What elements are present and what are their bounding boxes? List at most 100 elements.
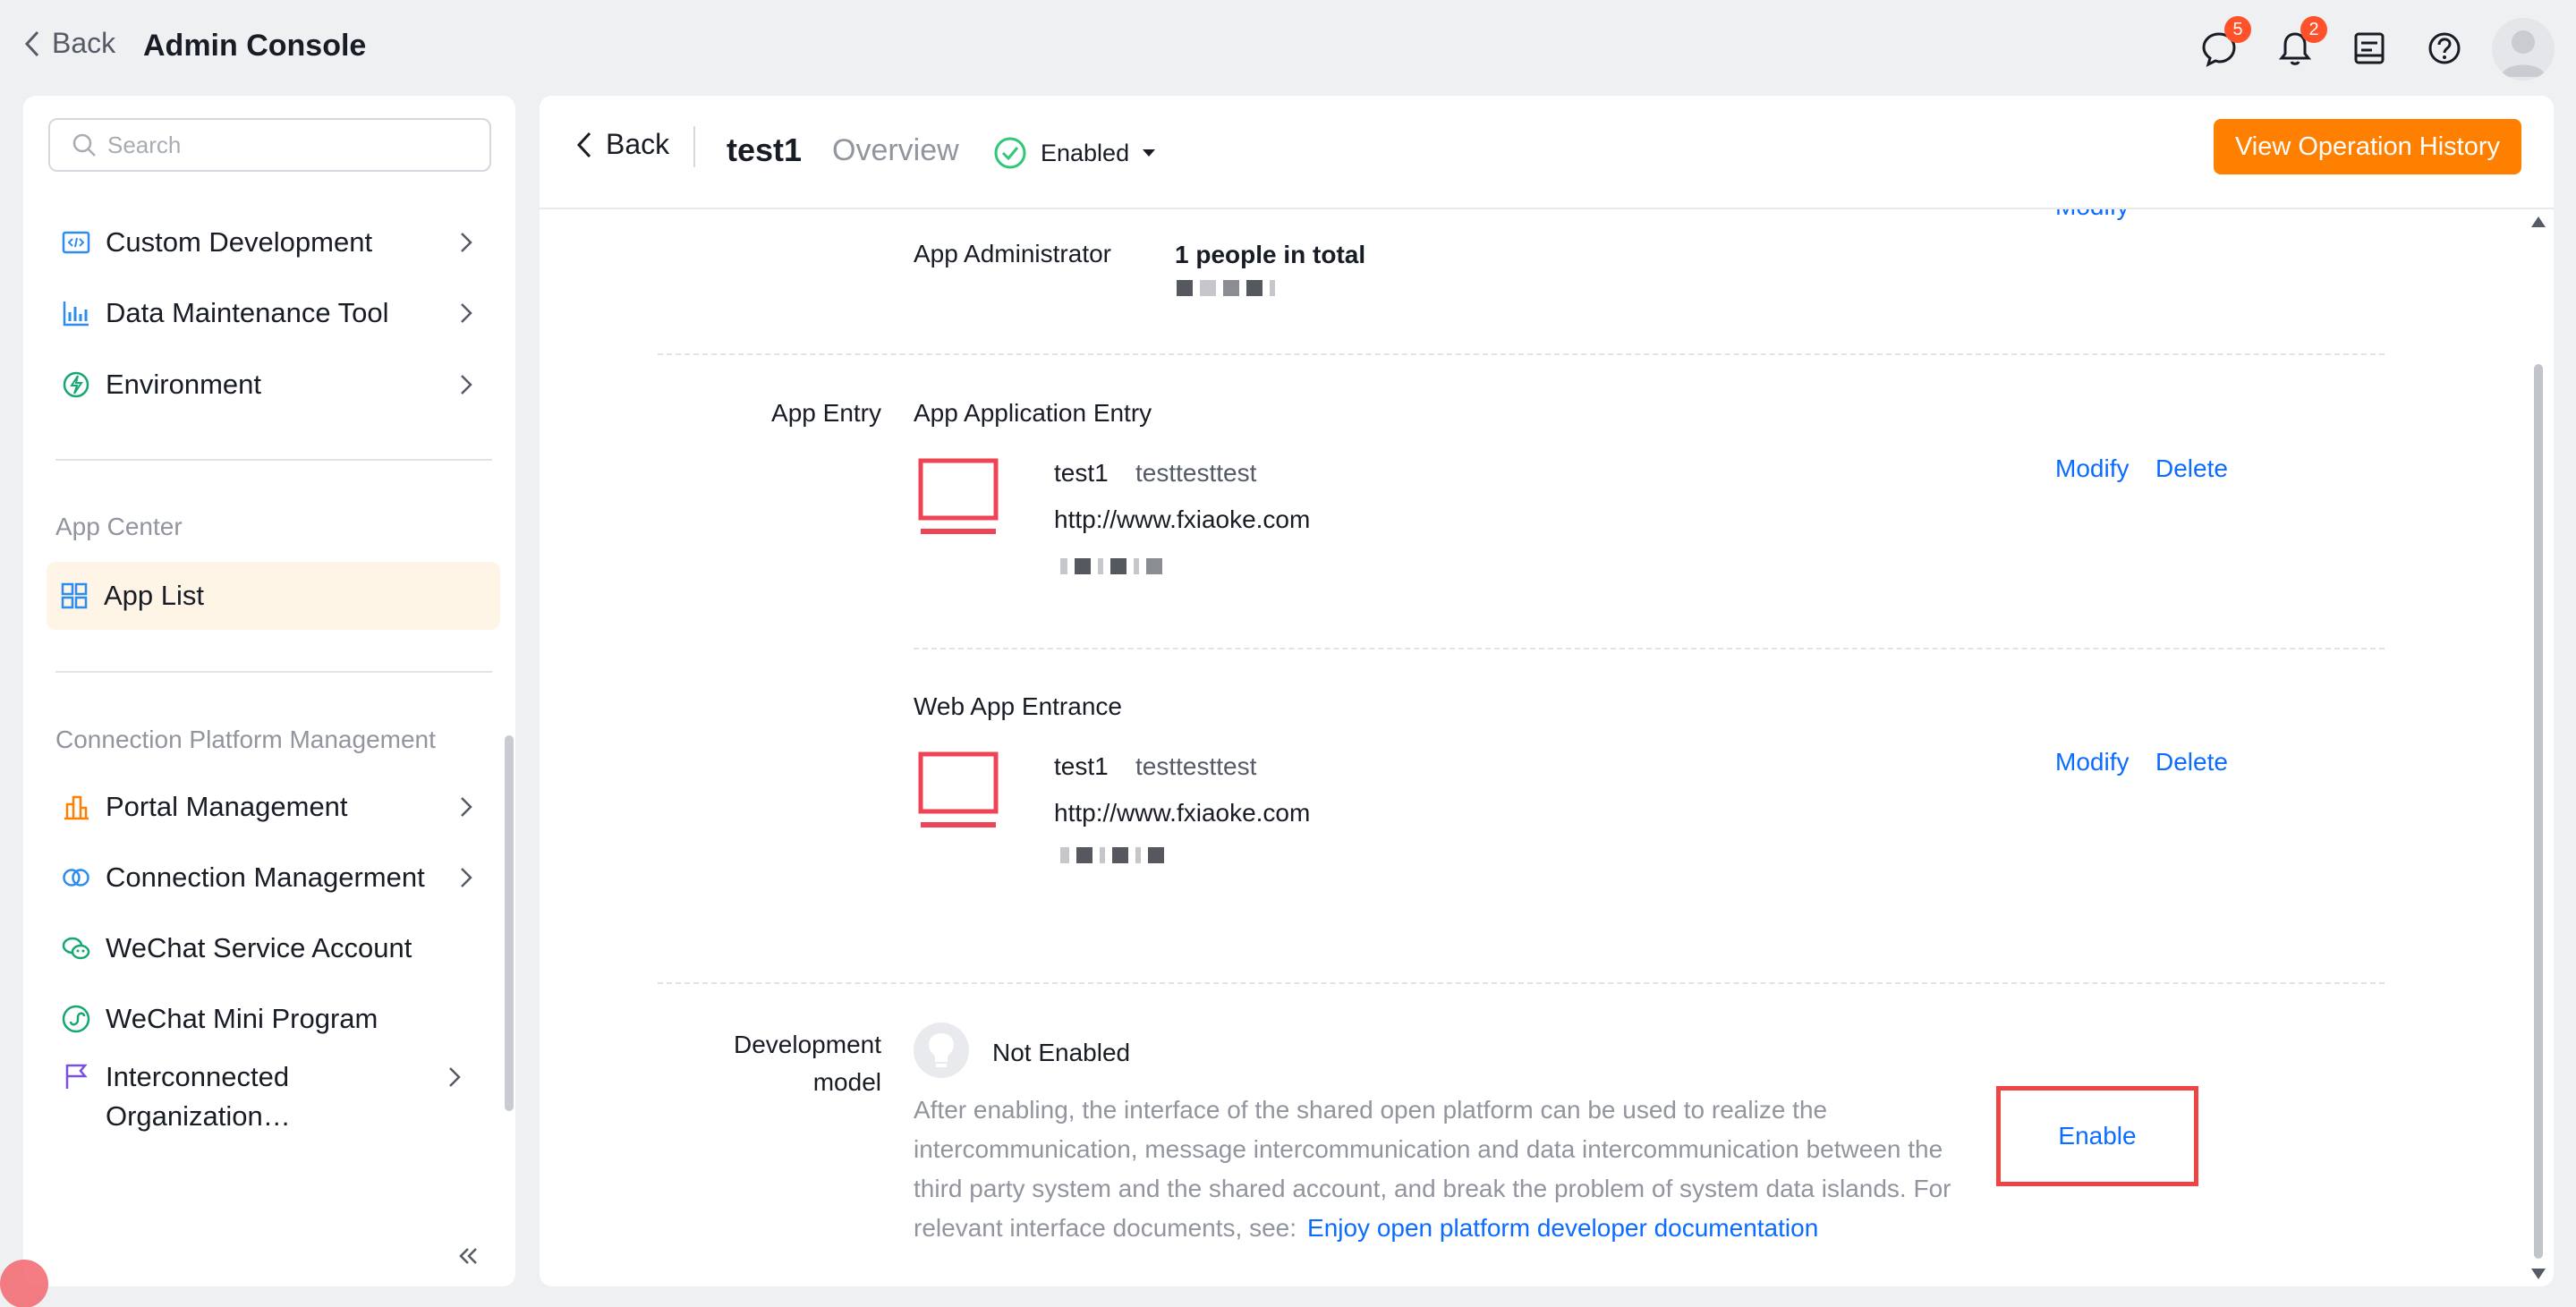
sidebar-item-portal-management[interactable]: Portal Management	[48, 773, 500, 841]
top-back-label: Back	[52, 27, 116, 59]
section-app-center: App Center	[55, 513, 183, 540]
web-entry-masked-scope	[1060, 847, 1164, 863]
view-operation-history-button[interactable]: View Operation History	[2213, 119, 2521, 174]
todo-button[interactable]	[2350, 29, 2389, 68]
web-entry-url: http://www.fxiaoke.com	[1054, 799, 1311, 827]
header-separator	[693, 126, 695, 167]
main-panel: Modify App Administrator 1 people in tot…	[540, 96, 2554, 1286]
scroll-down-arrow-icon[interactable]	[2530, 1268, 2546, 1280]
sidebar-item-wechat-service-account[interactable]: WeChat Service Account	[48, 914, 500, 982]
dev-model-description: After enabling, the interface of the sha…	[914, 1091, 1978, 1248]
check-circle-icon	[994, 137, 1026, 169]
floating-assistant-dot[interactable]	[0, 1260, 48, 1307]
app-administrator-label: App Administrator	[914, 240, 1111, 267]
search-icon	[72, 133, 96, 157]
avatar[interactable]	[2492, 18, 2555, 81]
portal-icon	[61, 792, 91, 822]
web-entry-name: test1	[1054, 752, 1109, 780]
tab-overview[interactable]: Overview	[832, 133, 959, 168]
scroll-up-arrow-icon[interactable]	[2530, 216, 2546, 228]
dev-model-label-line2: model	[812, 1068, 881, 1096]
main-scrollbar-thumb[interactable]	[2534, 364, 2543, 1259]
app-entry-masked-scope	[1060, 558, 1162, 574]
app-entry-desc: testtesttest	[1135, 459, 1257, 487]
enable-button[interactable]: Enable	[2058, 1122, 2136, 1150]
app-application-entry-title: App Application Entry	[914, 399, 1152, 427]
sidebar-item-environment[interactable]: Environment	[48, 351, 500, 419]
sidebar-item-label: WeChat Mini Program	[106, 1003, 378, 1034]
admin-count: 1 people in total	[1175, 241, 1366, 268]
sidebar-divider	[55, 671, 492, 673]
back-label: Back	[606, 128, 670, 160]
dev-model-label-line1: Development	[734, 1031, 881, 1058]
mini-program-icon	[61, 1004, 91, 1034]
messages-badge: 5	[2224, 16, 2251, 43]
connection-icon	[61, 862, 91, 893]
web-app-entrance-title: Web App Entrance	[914, 692, 1122, 720]
monitor-icon	[918, 751, 999, 827]
sidebar-scrollbar[interactable]	[505, 735, 514, 1111]
app-name: test1	[727, 132, 803, 168]
chevron-right-icon	[461, 233, 472, 252]
app-entry-modify-link[interactable]: Modify	[2055, 454, 2129, 483]
search-box[interactable]	[48, 118, 491, 172]
environment-icon	[61, 369, 91, 400]
web-entry-delete-link[interactable]: Delete	[2155, 748, 2228, 777]
messages-button[interactable]: 5	[2199, 16, 2251, 68]
enable-highlight-box: Enable	[1996, 1086, 2198, 1186]
web-entry-desc: testtesttest	[1135, 752, 1257, 780]
sidebar-item-data-maintenance[interactable]: Data Maintenance Tool	[48, 279, 500, 347]
section-divider	[658, 982, 2385, 984]
status-dropdown[interactable]: Enabled	[992, 135, 1156, 171]
sidebar-item-label: Connection Managerment	[106, 861, 425, 893]
console-title: Admin Console	[143, 29, 367, 63]
top-back-button[interactable]: Back	[23, 27, 115, 60]
back-button[interactable]: Back	[575, 128, 669, 161]
app-detail-header: Back test1 Overview Enabled View Operati…	[540, 96, 2554, 209]
web-app-entrance-icon	[914, 747, 1003, 836]
sidebar-item-label: Environment	[106, 369, 262, 400]
app-entry-url: http://www.fxiaoke.com	[1054, 505, 1311, 533]
app-detail-content: Modify App Administrator 1 people in tot…	[540, 96, 2554, 1286]
sidebar-item-label: WeChat Service Account	[106, 932, 412, 963]
web-entry-modify-link[interactable]: Modify	[2055, 748, 2129, 777]
chevron-right-icon	[461, 797, 472, 817]
chevron-left-icon	[24, 30, 39, 56]
help-button[interactable]	[2425, 29, 2464, 68]
help-icon	[2428, 32, 2461, 64]
top-bar: Back Admin Console 5 2	[0, 0, 2576, 95]
task-icon	[2354, 32, 2385, 64]
notifications-button[interactable]: 2	[2275, 16, 2327, 68]
user-avatar-icon	[2501, 30, 2546, 77]
wechat-icon	[61, 933, 91, 963]
flag-icon	[61, 1061, 91, 1091]
lightbulb-icon	[914, 1023, 969, 1078]
notifications-badge: 2	[2300, 16, 2327, 43]
sidebar-item-app-list[interactable]: App List	[47, 562, 500, 630]
sidebar-item-label: Interconnected Organization…	[106, 1061, 291, 1132]
sidebar-item-label: Data Maintenance Tool	[106, 297, 389, 328]
sidebar-item-connection-management[interactable]: Connection Managerment	[48, 844, 500, 912]
sidebar: Custom Development Data Maintenance Tool…	[23, 96, 515, 1286]
developer-docs-link[interactable]: Enjoy open platform developer documentat…	[1307, 1214, 1818, 1242]
chevron-right-icon	[449, 1067, 461, 1087]
sidebar-item-custom-development[interactable]: Custom Development	[48, 208, 500, 276]
grid-icon	[59, 581, 89, 611]
dev-model-status: Not Enabled	[992, 1039, 1131, 1066]
sidebar-item-label: Custom Development	[106, 226, 373, 258]
collapse-sidebar-icon[interactable]	[453, 1241, 483, 1271]
search-input[interactable]	[107, 131, 465, 159]
caret-down-icon	[1143, 149, 1156, 157]
sidebar-item-interconnected-org[interactable]: Interconnected Organization…	[48, 1057, 500, 1138]
status-label: Enabled	[1041, 139, 1130, 166]
app-entry-delete-link[interactable]: Delete	[2155, 454, 2228, 483]
chevron-left-icon	[576, 132, 591, 157]
entry-divider	[914, 648, 2385, 649]
chevron-right-icon	[461, 868, 472, 887]
sidebar-item-wechat-mini-program[interactable]: WeChat Mini Program	[48, 985, 500, 1053]
chevron-right-icon	[461, 375, 472, 395]
development-model-label: Development model	[684, 1026, 881, 1101]
sidebar-item-label: Portal Management	[106, 791, 348, 822]
chevron-right-icon	[461, 303, 472, 323]
admin-masked-name	[1177, 280, 1275, 296]
